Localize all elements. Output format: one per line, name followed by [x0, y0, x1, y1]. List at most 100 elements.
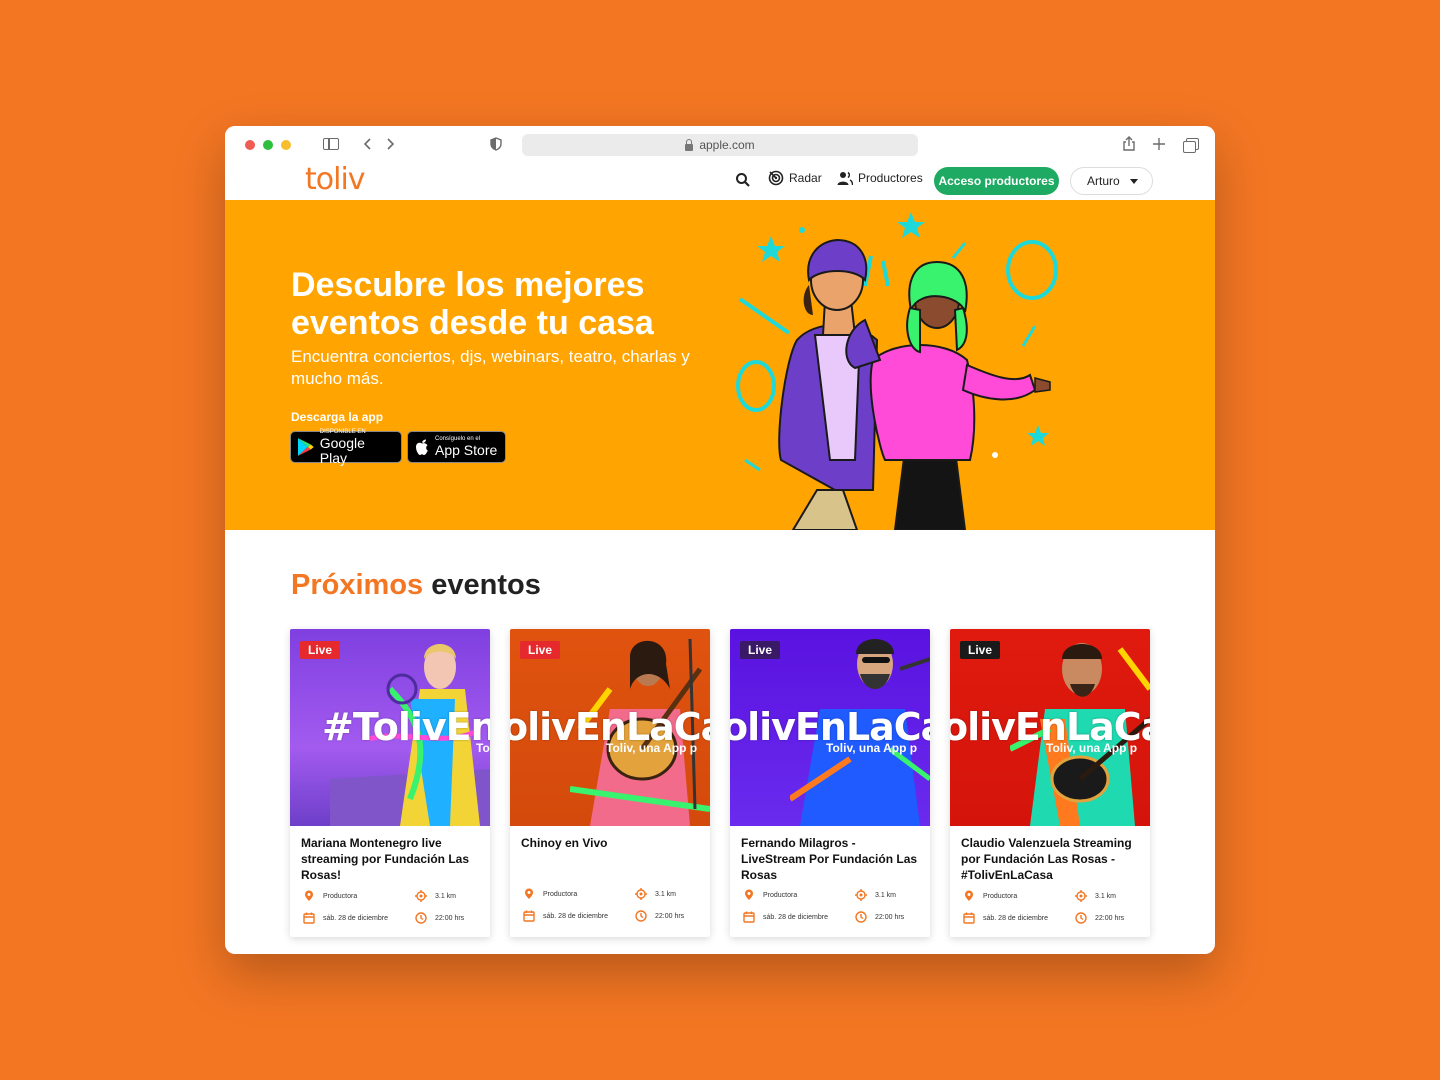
event-card[interactable]: olivEnLaCa Toliv, una App p Live Chinoy … [510, 629, 710, 937]
event-title[interactable]: Claudio Valenzuela Streaming por Fundaci… [961, 835, 1141, 883]
new-tab-plus-icon[interactable] [1151, 136, 1167, 152]
google-play-badge[interactable]: DISPONIBLE EN Google Play [290, 429, 402, 465]
event-overlay-subtext: Toliv, una App p [606, 741, 698, 755]
crosshair-icon [855, 889, 867, 901]
event-overlay-text: #TolivEn [322, 705, 490, 749]
app-store-badge[interactable]: Consíguelo en el App Store [407, 431, 506, 463]
nav-radar-label: Radar [789, 171, 822, 185]
hero-subtitle: Encuentra conciertos, djs, webinars, tea… [291, 347, 690, 388]
crosshair-icon [415, 890, 427, 902]
event-card[interactable]: #TolivEn To Live Mariana Montenegro live… [290, 629, 490, 937]
event-card[interactable]: olivEnLaCa Toliv, una App p Live Fernand… [730, 629, 930, 937]
download-label: Descarga la app [291, 410, 384, 424]
event-time-text: 22:00 hrs [875, 913, 905, 921]
location-pin-icon [525, 888, 533, 899]
search-icon[interactable] [735, 172, 751, 188]
event-distance-text: 3.1 km [1095, 892, 1117, 900]
event-date-text: sáb. 28 de diciembre [983, 914, 1048, 922]
tab-overview-icon[interactable] [1183, 138, 1199, 153]
event-title[interactable]: Mariana Montenegro live streaming por Fu… [301, 835, 481, 883]
crosshair-icon [635, 888, 647, 900]
privacy-shield-icon[interactable] [489, 136, 503, 152]
live-badge: Live [740, 641, 781, 659]
share-icon[interactable] [1121, 136, 1137, 152]
calendar-icon [303, 912, 315, 924]
event-time: 22:00 hrs [1075, 912, 1124, 924]
address-bar[interactable]: apple.com [522, 134, 918, 156]
event-card-image: olivEnLaCa Toliv, una App p Live [950, 629, 1150, 826]
event-overlay-subtext: To [476, 741, 490, 755]
clock-icon [855, 911, 867, 923]
user-menu-button[interactable]: Arturo [1070, 167, 1153, 195]
minimize-window-button[interactable] [263, 140, 273, 150]
location-pin-icon [965, 890, 973, 901]
event-overlay-subtext: Toliv, una App p [826, 741, 918, 755]
event-title[interactable]: Fernando Milagros - LiveStream Por Funda… [741, 835, 921, 883]
nav-radar-link[interactable]: Radar [768, 170, 822, 186]
nav-productores-link[interactable]: Productores [837, 170, 923, 186]
illustrated-woman [845, 260, 1051, 530]
event-distance: 3.1 km [1075, 890, 1116, 902]
event-producer: Productora [743, 889, 797, 901]
event-date-text: sáb. 28 de diciembre [543, 912, 608, 920]
event-distance-text: 3.1 km [875, 891, 897, 899]
event-time-text: 22:00 hrs [435, 914, 465, 922]
event-card-image: olivEnLaCa Toliv, una App p Live [730, 629, 930, 826]
event-time-text: 22:00 hrs [1095, 914, 1125, 922]
event-producer: Productora [963, 890, 1017, 902]
nav-productores-label: Productores [858, 171, 923, 185]
event-time-text: 22:00 hrs [655, 912, 685, 920]
event-distance: 3.1 km [415, 890, 456, 902]
event-card-image: olivEnLaCa Toliv, una App p Live [510, 629, 710, 826]
events-section-title: Próximos eventos [291, 569, 541, 602]
calendar-icon [963, 912, 975, 924]
calendar-icon [523, 910, 535, 922]
event-producer-text: Productora [323, 892, 358, 900]
event-date: sáb. 28 de diciembre [523, 910, 608, 922]
event-date-text: sáb. 28 de diciembre [763, 913, 828, 921]
toliv-logo[interactable]: toliv [305, 162, 366, 197]
live-badge: Live [300, 641, 341, 659]
event-distance: 3.1 km [855, 889, 896, 901]
apple-icon [416, 439, 428, 455]
crosshair-icon [1075, 890, 1087, 902]
event-distance-text: 3.1 km [435, 892, 457, 900]
zoom-window-button[interactable] [281, 140, 291, 150]
back-arrow-icon[interactable] [361, 136, 375, 152]
forward-arrow-icon[interactable] [383, 136, 397, 152]
event-producer-text: Productora [983, 892, 1018, 900]
hero-title: Descubre los mejores eventos desde tu ca… [291, 266, 654, 342]
clock-icon [635, 910, 647, 922]
event-time: 22:00 hrs [415, 912, 464, 924]
close-window-button[interactable] [245, 140, 255, 150]
event-producer-text: Productora [543, 890, 578, 898]
event-date: sáb. 28 de diciembre [303, 912, 388, 924]
google-play-icon [297, 438, 314, 456]
browser-toolbar: apple.com [225, 126, 1215, 162]
caret-down-icon [1130, 179, 1138, 184]
illustrated-man [778, 238, 879, 530]
calendar-icon [743, 911, 755, 923]
clock-icon [415, 912, 427, 924]
event-time: 22:00 hrs [635, 910, 684, 922]
acceso-productores-button[interactable]: Acceso productores [934, 167, 1059, 195]
radar-icon [768, 170, 784, 186]
hero-banner: Descubre los mejores eventos desde tu ca… [225, 200, 1215, 530]
url-text: apple.com [699, 138, 755, 152]
event-producer: Productora [523, 888, 577, 900]
browser-window: apple.com toliv Radar Productores Acceso… [225, 126, 1215, 954]
event-card-image: #TolivEn To Live [290, 629, 490, 826]
event-overlay-subtext: Toliv, una App p [1046, 741, 1138, 755]
event-date-text: sáb. 28 de diciembre [323, 914, 388, 922]
event-producer: Productora [303, 890, 357, 902]
users-icon [837, 171, 853, 186]
location-pin-icon [305, 890, 313, 901]
site-header: toliv Radar Productores Acceso productor… [225, 162, 1215, 200]
events-title-accent: Próximos [291, 569, 424, 601]
location-pin-icon [745, 889, 753, 900]
sidebar-toggle-icon[interactable] [323, 138, 339, 150]
user-name: Arturo [1087, 174, 1120, 188]
event-card[interactable]: olivEnLaCa Toliv, una App p Live Claudio… [950, 629, 1150, 937]
live-badge: Live [960, 641, 1001, 659]
event-title[interactable]: Chinoy en Vivo [521, 835, 701, 851]
